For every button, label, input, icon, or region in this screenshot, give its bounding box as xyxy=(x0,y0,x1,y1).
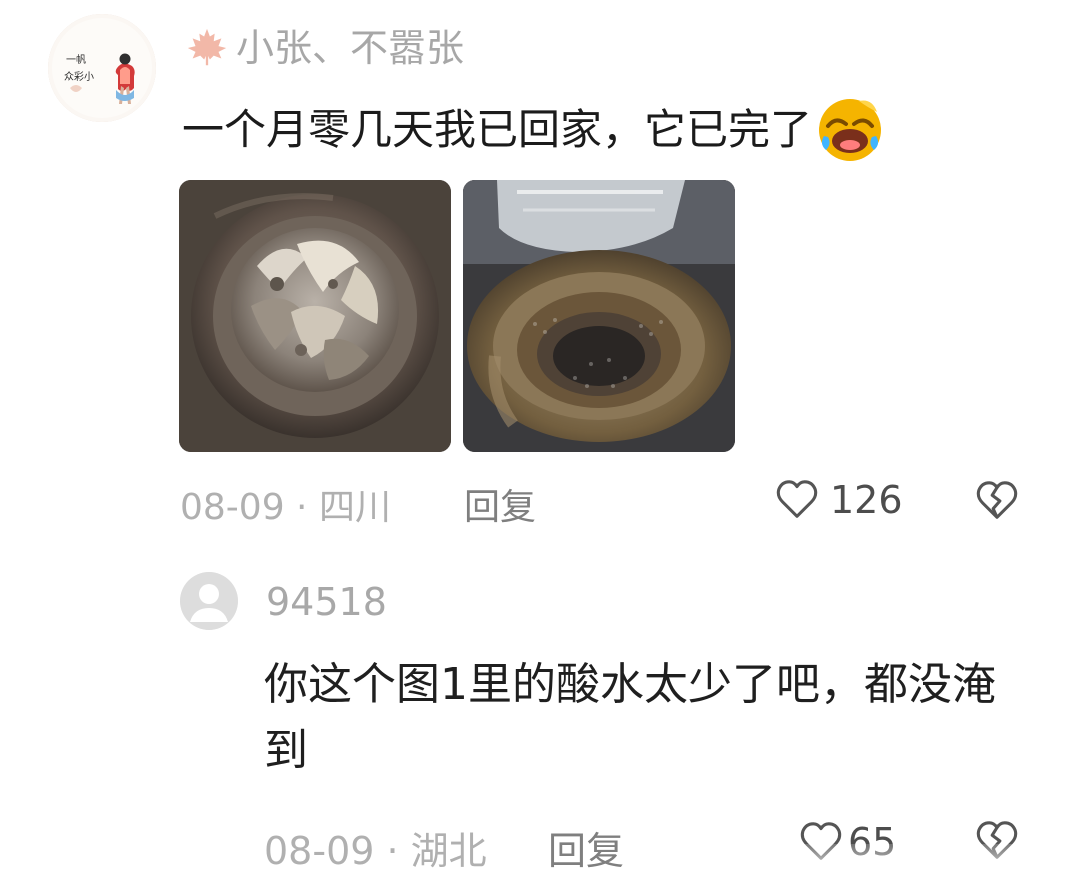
reply-text: 你这个图1里的酸水太少了吧，都没淹到 xyxy=(264,659,996,776)
avatar[interactable]: 一帆 众彩小 xyxy=(48,14,156,122)
reply-like-count: 65 xyxy=(848,820,897,864)
default-user-avatar xyxy=(180,572,238,630)
comment-text: 一个月零几天我已回家，它已完了 xyxy=(182,104,813,154)
broken-heart-icon[interactable] xyxy=(974,478,1020,524)
reply-reply-button[interactable]: 回复 xyxy=(548,820,624,875)
comment-username[interactable]: 小张、不嚣张 xyxy=(236,29,464,67)
reply-like-button[interactable]: 65 xyxy=(798,816,896,868)
username-row: 小张、不嚣张 xyxy=(184,22,464,74)
heart-outline-icon xyxy=(798,819,844,865)
maple-leaf-icon xyxy=(184,25,230,71)
profile-illustration-avatar: 一帆 众彩小 xyxy=(48,14,156,122)
laughing-crying-emoji xyxy=(816,96,884,164)
comment-like-button[interactable]: 126 xyxy=(774,476,903,524)
comment-reply-button[interactable]: 回复 xyxy=(464,478,536,530)
reply-meta-row: 08-09 · 湖北 回复 65 xyxy=(264,816,1064,875)
reply-avatar[interactable] xyxy=(180,572,238,630)
comment-meta-row: 08-09 · 四川 回复 126 xyxy=(180,472,1040,528)
comment-image-2[interactable] xyxy=(463,180,735,452)
comment-time-location: 08-09 · 四川 xyxy=(180,487,391,528)
broken-heart-icon[interactable] xyxy=(974,818,1020,864)
avatar-line-2: 众彩小 xyxy=(64,71,94,83)
avatar-line-1: 一帆 xyxy=(66,53,86,66)
comment-image-1[interactable] xyxy=(179,180,451,452)
reply-username[interactable]: 94518 xyxy=(266,580,387,624)
reply-time-location: 08-09 · 湖北 xyxy=(264,829,487,873)
comment-like-count: 126 xyxy=(830,478,903,522)
heart-outline-icon xyxy=(774,477,820,523)
comment-body: 一个月零几天我已回家，它已完了 xyxy=(182,96,1042,164)
